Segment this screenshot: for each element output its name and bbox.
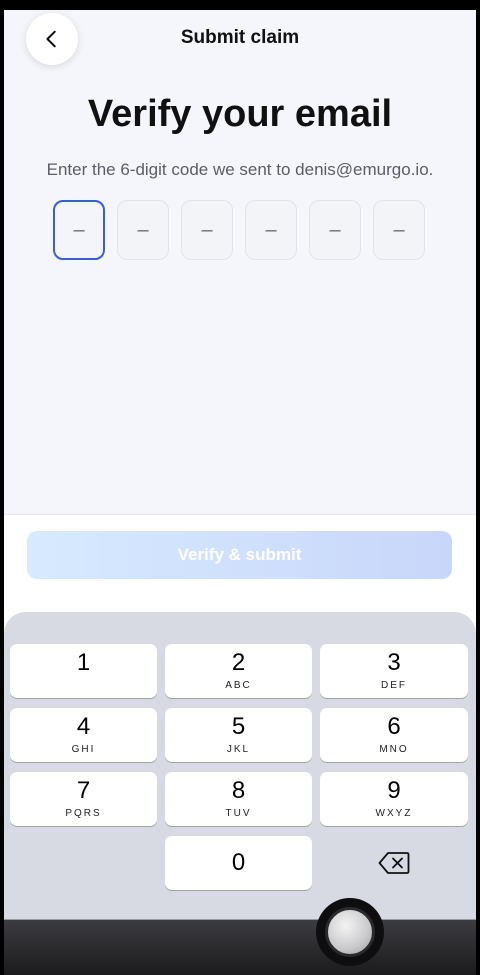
- code-digit-2[interactable]: –: [117, 200, 169, 260]
- key-digit: 2: [231, 649, 246, 676]
- key-7[interactable]: 7 PQRS: [10, 772, 157, 826]
- code-digit-5[interactable]: –: [309, 200, 361, 260]
- key-letters: DEF: [381, 680, 407, 691]
- key-letters: PQRS: [65, 808, 102, 819]
- key-digit: 5: [231, 713, 246, 740]
- key-digit: 4: [76, 713, 91, 740]
- verify-heading: Verify your email: [87, 93, 393, 135]
- key-8[interactable]: 8 TUV: [165, 772, 312, 826]
- key-letters: ABC: [225, 680, 252, 691]
- key-0[interactable]: 0: [165, 836, 312, 890]
- key-digit: 1: [76, 649, 91, 676]
- code-digit-3[interactable]: –: [181, 200, 233, 260]
- verify-submit-button[interactable]: Verify & submit: [27, 531, 452, 579]
- home-button-knob: [325, 907, 375, 957]
- key-letters: JKL: [226, 744, 251, 755]
- code-digit-6[interactable]: –: [373, 200, 425, 260]
- home-button[interactable]: [316, 898, 384, 966]
- verify-instructions: Enter the 6-digit code we sent to denis@…: [46, 160, 434, 179]
- key-digit: 6: [387, 713, 401, 740]
- key-letters: TUV: [225, 808, 252, 819]
- page-title: Submit claim: [180, 27, 300, 48]
- header: Submit claim: [4, 10, 476, 68]
- key-2[interactable]: 2 ABC: [165, 644, 312, 698]
- app-screen: Submit claim Verify your email Enter the…: [4, 10, 476, 975]
- key-digit: 3: [387, 649, 401, 676]
- key-5[interactable]: 5 JKL: [165, 708, 312, 762]
- code-input-group: – – – – – –: [53, 200, 433, 264]
- key-digit: 8: [231, 777, 246, 804]
- key-4[interactable]: 4 GHI: [10, 708, 157, 762]
- key-digit: 0: [231, 849, 246, 876]
- home-indicator-bar: [4, 919, 476, 975]
- key-letters: WXYZ: [375, 808, 413, 819]
- key-1[interactable]: 1: [10, 644, 157, 698]
- code-digit-4[interactable]: –: [245, 200, 297, 260]
- key-digit: 7: [76, 777, 91, 804]
- key-digit: 9: [387, 777, 401, 804]
- delete-key[interactable]: [374, 843, 414, 883]
- key-3[interactable]: 3 DEF: [320, 644, 468, 698]
- backspace-icon: [378, 852, 410, 874]
- key-letters: MNO: [379, 744, 409, 755]
- key-9[interactable]: 9 WXYZ: [320, 772, 468, 826]
- code-digit-1[interactable]: –: [53, 200, 105, 260]
- key-letters: GHI: [71, 744, 96, 755]
- key-6[interactable]: 6 MNO: [320, 708, 468, 762]
